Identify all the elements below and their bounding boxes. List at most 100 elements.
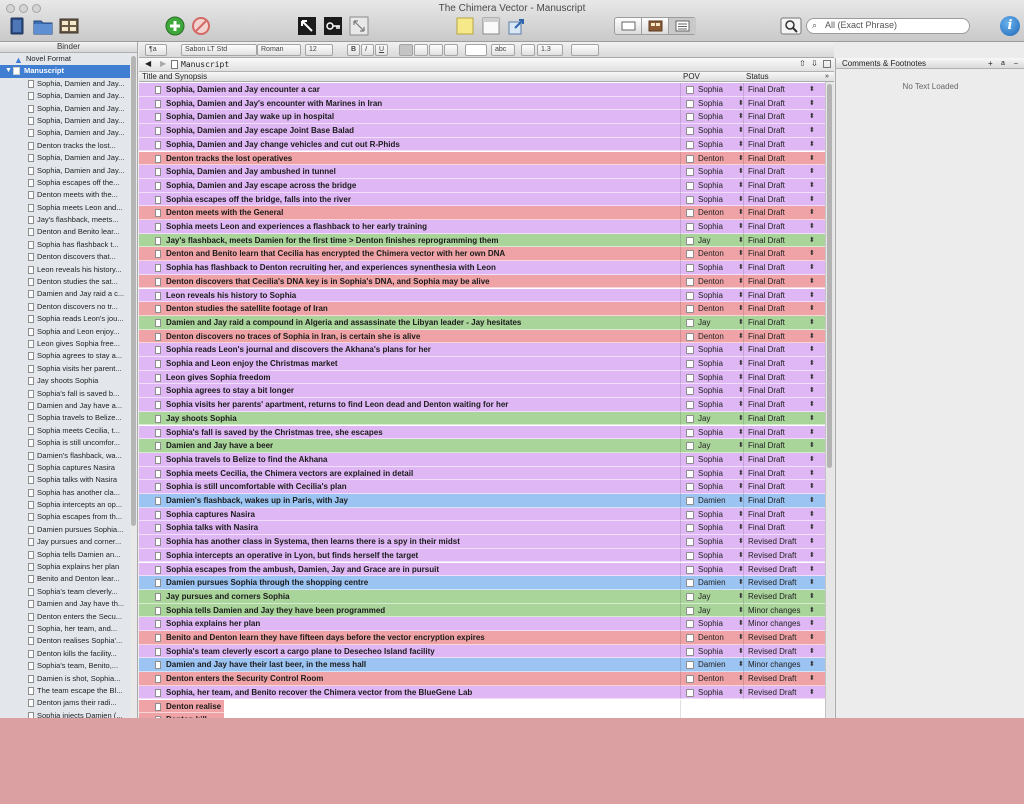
row-status[interactable]: Final Draft xyxy=(748,426,785,440)
row-title[interactable]: Damien's flashback, wakes up in Paris, w… xyxy=(166,494,348,508)
search-input[interactable]: All (Exact Phrase) xyxy=(806,18,970,34)
row-pov[interactable]: Sophia xyxy=(698,138,723,152)
binder-item[interactable]: Sophia, Damien and Jay... xyxy=(0,115,137,127)
outline-row[interactable]: Sophia, Damien and Jay escape across the… xyxy=(139,178,825,193)
row-title[interactable]: Sophia explains her plan xyxy=(166,617,260,631)
add-footnote-icon[interactable]: a xyxy=(1001,58,1005,69)
outline-row[interactable]: Sophia, Damien and Jay escape Joint Base… xyxy=(139,124,825,138)
row-title[interactable]: Sophia escapes from the ambush, Damien, … xyxy=(166,563,439,577)
row-status[interactable]: Final Draft xyxy=(748,357,785,371)
row-pov[interactable]: Sophia xyxy=(698,398,723,412)
binder-item[interactable]: Sophia's team, Benito,... xyxy=(0,660,137,672)
include-checkbox[interactable] xyxy=(686,236,694,245)
include-checkbox[interactable] xyxy=(686,387,694,396)
include-checkbox[interactable] xyxy=(686,455,694,464)
align-center-button[interactable] xyxy=(414,44,428,56)
row-pov[interactable]: Sophia xyxy=(698,110,723,124)
row-title[interactable]: Sophia meets Cecilia, the Chimera vector… xyxy=(166,467,413,481)
row-status[interactable]: Final Draft xyxy=(748,480,785,494)
style-popup[interactable]: ¶a xyxy=(145,44,167,56)
outline-row[interactable]: Sophia escapes from the ambush, Damien, … xyxy=(139,562,825,577)
row-status[interactable]: Final Draft xyxy=(748,138,785,152)
binder-item[interactable]: Sophia's fall is saved b... xyxy=(0,388,137,400)
row-title[interactable]: Denton kill xyxy=(166,713,207,718)
row-title[interactable]: Jay's flashback, meets Damien for the fi… xyxy=(166,234,498,248)
row-title[interactable]: Jay shoots Sophia xyxy=(166,412,237,426)
outline-row[interactable]: Denton studies the satellite footage of … xyxy=(139,302,825,316)
status-stepper-icon[interactable]: ⬍ xyxy=(809,83,815,97)
row-title[interactable]: Sophia, Damien and Jay encounter a car xyxy=(166,83,320,97)
row-title[interactable]: Sophia, Damien and Jay ambushed in tunne… xyxy=(166,165,336,179)
status-stepper-icon[interactable]: ⬍ xyxy=(809,97,815,111)
row-status[interactable]: Final Draft xyxy=(748,453,785,467)
row-status[interactable]: Final Draft xyxy=(748,384,785,398)
row-status[interactable]: Final Draft xyxy=(748,206,785,220)
binder-item[interactable]: Sophia has another cla... xyxy=(0,487,137,499)
row-pov[interactable]: Sophia xyxy=(698,617,723,631)
binder-item[interactable]: Sophia, Damien and Jay... xyxy=(0,165,137,177)
delete-comment-icon[interactable]: – xyxy=(1014,58,1018,69)
status-stepper-icon[interactable]: ⬍ xyxy=(809,138,815,152)
outline-row[interactable]: Sophia's team cleverly escort a cargo pl… xyxy=(139,644,825,659)
binder-scroll-thumb[interactable] xyxy=(131,56,136,526)
row-pov[interactable]: Denton xyxy=(698,152,724,166)
status-stepper-icon[interactable]: ⬍ xyxy=(809,179,815,193)
row-title[interactable]: Denton discovers that Cecilia's DNA key … xyxy=(166,275,490,289)
row-title[interactable]: Sophia meets Leon and experiences a flas… xyxy=(166,220,427,234)
status-stepper-icon[interactable]: ⬍ xyxy=(809,357,815,371)
row-status[interactable]: Final Draft xyxy=(748,152,785,166)
include-checkbox[interactable] xyxy=(686,661,694,670)
row-status[interactable]: Final Draft xyxy=(748,398,785,412)
row-title[interactable]: Sophia travels to Belize to find the Akh… xyxy=(166,453,328,467)
include-checkbox[interactable] xyxy=(686,565,694,574)
row-title[interactable]: Leon reveals his history to Sophia xyxy=(166,289,296,303)
row-title[interactable]: Sophia intercepts an operative in Lyon, … xyxy=(166,549,418,563)
row-title[interactable]: Sophia, Damien and Jay wake up in hospit… xyxy=(166,110,334,124)
status-stepper-icon[interactable]: ⬍ xyxy=(809,494,815,508)
binder-item[interactable]: Denton tracks the lost... xyxy=(0,140,137,152)
row-pov[interactable]: Sophia xyxy=(698,165,723,179)
outline-row[interactable]: Sophia visits her parents' apartment, re… xyxy=(139,398,825,412)
binder-item[interactable]: Damien's flashback, wa... xyxy=(0,450,137,462)
row-status[interactable]: Final Draft xyxy=(748,97,785,111)
row-pov[interactable]: Sophia xyxy=(698,83,723,97)
outline-row[interactable]: Sophia, Damien and Jay change vehicles a… xyxy=(139,137,825,152)
row-status[interactable]: Final Draft xyxy=(748,110,785,124)
outline-row[interactable]: Jay pursues and corners Sophia Jay ⬍ Revise… xyxy=(139,589,825,604)
fullscreen-icon[interactable] xyxy=(348,16,370,36)
binder-item[interactable]: Leon gives Sophia free... xyxy=(0,338,137,350)
binder-item[interactable]: Denton discovers that... xyxy=(0,251,137,263)
binder-item[interactable]: Sophia talks with Nasira xyxy=(0,474,137,486)
keywords-icon[interactable] xyxy=(322,16,344,36)
status-stepper-icon[interactable]: ⬍ xyxy=(809,631,815,645)
include-checkbox[interactable] xyxy=(686,469,694,478)
row-pov[interactable]: Sophia xyxy=(698,261,723,275)
outline-row[interactable]: Denton discovers no traces of Sophia in … xyxy=(139,329,825,344)
binder-item[interactable]: Sophia, Damien and Jay... xyxy=(0,152,137,164)
row-title[interactable]: Denton realise xyxy=(166,700,221,714)
outline-row[interactable]: Leon reveals his history to Sophia Sophia… xyxy=(139,288,825,303)
status-stepper-icon[interactable]: ⬍ xyxy=(809,412,815,426)
delete-document-icon[interactable] xyxy=(190,16,212,36)
back-arrow-icon[interactable]: ◀ xyxy=(145,59,151,68)
binder-item[interactable]: Denton realises Sophia'... xyxy=(0,635,137,647)
outline-row[interactable]: Damien and Jay have a beer Jay ⬍ Final Draf… xyxy=(139,439,825,453)
outline-row[interactable]: Sophia, Damien and Jay's encounter with … xyxy=(139,96,825,111)
row-title[interactable]: Damien and Jay have their last beer, in … xyxy=(166,658,366,672)
include-checkbox[interactable] xyxy=(686,168,694,177)
binder-item[interactable]: Damien pursues Sophia... xyxy=(0,524,137,536)
binder-item[interactable]: Sophia is still uncomfor... xyxy=(0,437,137,449)
row-status[interactable]: Final Draft xyxy=(748,412,785,426)
outline-row[interactable]: Denton meets with the General Denton ⬍ Fina… xyxy=(139,206,825,220)
outline-row[interactable]: Sophia meets Leon and experiences a flas… xyxy=(139,220,825,234)
include-checkbox[interactable] xyxy=(686,154,694,163)
outline-row[interactable]: Denton kill xyxy=(139,713,681,718)
binder-item[interactable]: Denton discovers no tr... xyxy=(0,301,137,313)
inspector-corkboard-icon[interactable] xyxy=(58,16,80,36)
status-stepper-icon[interactable]: ⬍ xyxy=(809,686,815,700)
binder-item[interactable]: Damien and Jay have a... xyxy=(0,400,137,412)
outline-row[interactable]: Damien and Jay raid a compound in Algeri… xyxy=(139,315,825,330)
binder-item[interactable]: Jay's flashback, meets... xyxy=(0,214,137,226)
pov-column-header[interactable]: POV xyxy=(683,72,700,82)
outline-row[interactable]: Sophia, Damien and Jay ambushed in tunne… xyxy=(139,165,825,179)
